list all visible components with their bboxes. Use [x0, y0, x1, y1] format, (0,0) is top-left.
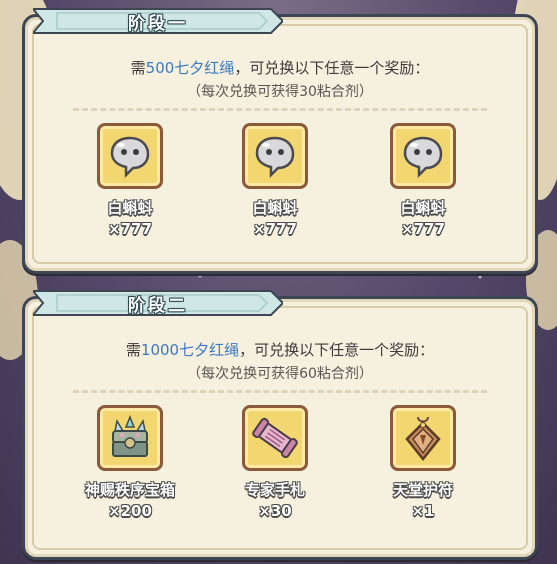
scroll-icon	[252, 417, 298, 459]
stage-two-reward-1[interactable]: 神赐秩序宝箱 ×200	[75, 405, 185, 520]
stage-two-reward-3[interactable]: 天堂护符 ×1	[368, 405, 478, 520]
stage-one-reward-2[interactable]: 白蝌蚪 ×777	[220, 123, 330, 238]
white-tadpole-icon	[403, 136, 443, 179]
amulet-icon	[405, 416, 441, 462]
stage-two-reward-2[interactable]: 专家手札 ×30	[220, 405, 330, 520]
reward-icon-frame	[242, 123, 308, 189]
white-tadpole-icon	[255, 136, 295, 179]
reward-icon-frame	[97, 405, 163, 471]
reward-quantity: ×777	[108, 220, 152, 238]
stage-two-note: （每次兑换可获得60粘合剂）	[187, 366, 373, 382]
reward-quantity: ×777	[253, 220, 297, 238]
requirement-suffix: ，可兑换以下任意一个奖励：	[239, 341, 435, 359]
stage-two-panel: 阶段二 需1000七夕红绳，可兑换以下任意一个奖励： （每次兑换可获得60粘合剂…	[22, 290, 538, 560]
reward-icon-frame	[390, 405, 456, 471]
stage-two-requirement: 需1000七夕红绳，可兑换以下任意一个奖励：	[25, 339, 535, 360]
requirement-amount: 1000七夕红绳	[140, 341, 240, 359]
reward-quantity: ×777	[401, 220, 445, 238]
reward-quantity: ×1	[411, 502, 435, 520]
stage-one-title: 阶段一	[128, 13, 188, 34]
stage-one-reward-1[interactable]: 白蝌蚪 ×777	[75, 123, 185, 238]
stage-one-reward-3[interactable]: 白蝌蚪 ×777	[368, 123, 478, 238]
reward-name: 专家手札	[244, 481, 305, 499]
reward-name: 神赐秩序宝箱	[84, 481, 175, 499]
reward-name: 白蝌蚪	[400, 199, 446, 217]
reward-quantity: ×200	[108, 502, 152, 520]
stage-one-requirement: 需500七夕红绳，可兑换以下任意一个奖励：	[25, 57, 535, 78]
reward-name: 天堂护符	[392, 481, 453, 499]
requirement-amount: 500七夕红绳	[145, 59, 235, 77]
reward-icon-frame	[242, 405, 308, 471]
reward-quantity: ×30	[258, 502, 292, 520]
stage-two-ribbon: 阶段二	[33, 287, 283, 319]
reward-icon-frame	[97, 123, 163, 189]
requirement-prefix: 需	[125, 341, 141, 359]
reward-name: 白蝌蚪	[252, 199, 298, 217]
stage-one-ribbon: 阶段一	[33, 5, 283, 37]
white-tadpole-icon	[110, 136, 150, 179]
stage-two-divider	[73, 390, 487, 393]
reward-icon-frame	[390, 123, 456, 189]
stage-two-title: 阶段二	[128, 295, 188, 316]
reward-name: 白蝌蚪	[107, 199, 153, 217]
stage-one-divider	[73, 108, 487, 111]
requirement-suffix: ，可兑换以下任意一个奖励：	[234, 59, 430, 77]
stage-one-panel: 阶段一 需500七夕红绳，可兑换以下任意一个奖励： （每次兑换可获得30粘合剂）…	[22, 8, 538, 274]
requirement-prefix: 需	[130, 59, 146, 77]
treasure-chest-icon	[112, 414, 148, 457]
stage-one-note: （每次兑换可获得30粘合剂）	[187, 84, 373, 100]
